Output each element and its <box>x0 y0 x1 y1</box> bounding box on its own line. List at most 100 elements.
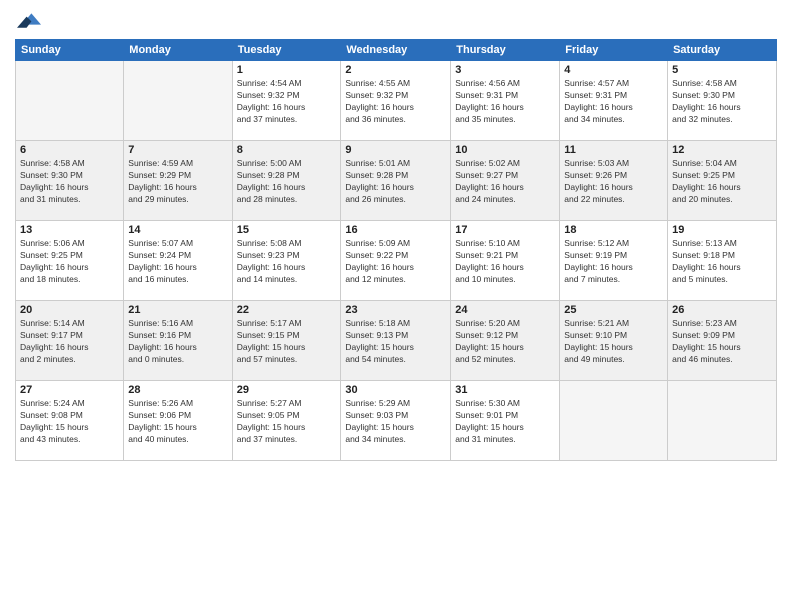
calendar-day: 25 Sunrise: 5:21 AM Sunset: 9:10 PM Dayli… <box>560 301 668 381</box>
calendar-day: 30 Sunrise: 5:29 AM Sunset: 9:03 PM Dayli… <box>341 381 451 461</box>
calendar-day: 6 Sunrise: 4:58 AM Sunset: 9:30 PM Daylig… <box>16 141 124 221</box>
day-info: Sunrise: 4:58 AM Sunset: 9:30 PM Dayligh… <box>20 158 119 206</box>
header <box>15 10 777 33</box>
calendar-header-tuesday: Tuesday <box>232 40 341 61</box>
day-info: Sunrise: 5:04 AM Sunset: 9:25 PM Dayligh… <box>672 158 772 206</box>
day-info: Sunrise: 5:13 AM Sunset: 9:18 PM Dayligh… <box>672 238 772 286</box>
day-info: Sunrise: 5:03 AM Sunset: 9:26 PM Dayligh… <box>564 158 663 206</box>
day-number: 27 <box>20 384 119 396</box>
day-info: Sunrise: 4:58 AM Sunset: 9:30 PM Dayligh… <box>672 78 772 126</box>
calendar-day: 12 Sunrise: 5:04 AM Sunset: 9:25 PM Dayli… <box>668 141 777 221</box>
calendar-day: 29 Sunrise: 5:27 AM Sunset: 9:05 PM Dayli… <box>232 381 341 461</box>
day-number: 19 <box>672 224 772 236</box>
day-info: Sunrise: 5:12 AM Sunset: 9:19 PM Dayligh… <box>564 238 663 286</box>
day-number: 28 <box>128 384 227 396</box>
day-info: Sunrise: 5:23 AM Sunset: 9:09 PM Dayligh… <box>672 318 772 366</box>
day-number: 24 <box>455 304 555 316</box>
calendar-week-row: 20Sunrise: 5:14 AM Sunset: 9:17 PM Dayli… <box>16 301 777 381</box>
day-info: Sunrise: 5:06 AM Sunset: 9:25 PM Dayligh… <box>20 238 119 286</box>
day-info: Sunrise: 5:01 AM Sunset: 9:28 PM Dayligh… <box>345 158 446 206</box>
calendar-day: 16 Sunrise: 5:09 AM Sunset: 9:22 PM Dayli… <box>341 221 451 301</box>
calendar-day: 9Sunrise: 5:01 AM Sunset: 9:28 PM Daylig… <box>341 141 451 221</box>
calendar-header-monday: Monday <box>124 40 232 61</box>
day-number: 21 <box>128 304 227 316</box>
calendar-day: 20Sunrise: 5:14 AM Sunset: 9:17 PM Dayli… <box>16 301 124 381</box>
day-number: 2 <box>345 64 446 76</box>
day-number: 29 <box>237 384 337 396</box>
calendar-day: 10Sunrise: 5:02 AM Sunset: 9:27 PM Dayli… <box>451 141 560 221</box>
day-number: 6 <box>20 144 119 156</box>
day-info: Sunrise: 5:10 AM Sunset: 9:21 PM Dayligh… <box>455 238 555 286</box>
calendar-day: 13 Sunrise: 5:06 AM Sunset: 9:25 PM Dayli… <box>16 221 124 301</box>
calendar-day: 23Sunrise: 5:18 AM Sunset: 9:13 PM Dayli… <box>341 301 451 381</box>
calendar-day: 26 Sunrise: 5:23 AM Sunset: 9:09 PM Dayli… <box>668 301 777 381</box>
day-number: 16 <box>345 224 446 236</box>
day-number: 22 <box>237 304 337 316</box>
day-number: 25 <box>564 304 663 316</box>
calendar-header-saturday: Saturday <box>668 40 777 61</box>
day-number: 30 <box>345 384 446 396</box>
calendar-day: 19 Sunrise: 5:13 AM Sunset: 9:18 PM Dayli… <box>668 221 777 301</box>
day-number: 1 <box>237 64 337 76</box>
calendar-day: 11 Sunrise: 5:03 AM Sunset: 9:26 PM Dayli… <box>560 141 668 221</box>
day-number: 14 <box>128 224 227 236</box>
day-number: 11 <box>564 144 663 156</box>
page: SundayMondayTuesdayWednesdayThursdayFrid… <box>0 0 792 612</box>
day-info: Sunrise: 5:26 AM Sunset: 9:06 PM Dayligh… <box>128 398 227 446</box>
calendar-day: 7 Sunrise: 4:59 AM Sunset: 9:29 PM Daylig… <box>124 141 232 221</box>
calendar-day <box>668 381 777 461</box>
day-number: 31 <box>455 384 555 396</box>
calendar-day: 24 Sunrise: 5:20 AM Sunset: 9:12 PM Dayli… <box>451 301 560 381</box>
day-info: Sunrise: 4:55 AM Sunset: 9:32 PM Dayligh… <box>345 78 446 126</box>
calendar-day: 22 Sunrise: 5:17 AM Sunset: 9:15 PM Dayli… <box>232 301 341 381</box>
day-number: 12 <box>672 144 772 156</box>
calendar-week-row: 27 Sunrise: 5:24 AM Sunset: 9:08 PM Dayli… <box>16 381 777 461</box>
day-info: Sunrise: 4:56 AM Sunset: 9:31 PM Dayligh… <box>455 78 555 126</box>
day-info: Sunrise: 5:21 AM Sunset: 9:10 PM Dayligh… <box>564 318 663 366</box>
day-info: Sunrise: 5:27 AM Sunset: 9:05 PM Dayligh… <box>237 398 337 446</box>
day-number: 4 <box>564 64 663 76</box>
day-number: 7 <box>128 144 227 156</box>
day-number: 23 <box>345 304 446 316</box>
day-number: 5 <box>672 64 772 76</box>
day-info: Sunrise: 5:16 AM Sunset: 9:16 PM Dayligh… <box>128 318 227 366</box>
day-info: Sunrise: 5:20 AM Sunset: 9:12 PM Dayligh… <box>455 318 555 366</box>
day-info: Sunrise: 5:00 AM Sunset: 9:28 PM Dayligh… <box>237 158 337 206</box>
calendar-week-row: 6 Sunrise: 4:58 AM Sunset: 9:30 PM Daylig… <box>16 141 777 221</box>
day-number: 8 <box>237 144 337 156</box>
calendar-week-row: 1 Sunrise: 4:54 AM Sunset: 9:32 PM Daylig… <box>16 61 777 141</box>
day-number: 3 <box>455 64 555 76</box>
day-info: Sunrise: 5:07 AM Sunset: 9:24 PM Dayligh… <box>128 238 227 286</box>
calendar-day: 27 Sunrise: 5:24 AM Sunset: 9:08 PM Dayli… <box>16 381 124 461</box>
day-number: 20 <box>20 304 119 316</box>
calendar-day: 31Sunrise: 5:30 AM Sunset: 9:01 PM Dayli… <box>451 381 560 461</box>
day-info: Sunrise: 4:54 AM Sunset: 9:32 PM Dayligh… <box>237 78 337 126</box>
calendar-day: 2 Sunrise: 4:55 AM Sunset: 9:32 PM Daylig… <box>341 61 451 141</box>
calendar-header-sunday: Sunday <box>16 40 124 61</box>
logo <box>15 10 41 33</box>
day-number: 17 <box>455 224 555 236</box>
calendar-day: 17 Sunrise: 5:10 AM Sunset: 9:21 PM Dayli… <box>451 221 560 301</box>
day-info: Sunrise: 4:57 AM Sunset: 9:31 PM Dayligh… <box>564 78 663 126</box>
day-number: 26 <box>672 304 772 316</box>
calendar-week-row: 13 Sunrise: 5:06 AM Sunset: 9:25 PM Dayli… <box>16 221 777 301</box>
day-info: Sunrise: 5:09 AM Sunset: 9:22 PM Dayligh… <box>345 238 446 286</box>
day-info: Sunrise: 4:59 AM Sunset: 9:29 PM Dayligh… <box>128 158 227 206</box>
calendar-day: 4 Sunrise: 4:57 AM Sunset: 9:31 PM Daylig… <box>560 61 668 141</box>
day-number: 13 <box>20 224 119 236</box>
calendar-day <box>16 61 124 141</box>
day-number: 15 <box>237 224 337 236</box>
day-info: Sunrise: 5:24 AM Sunset: 9:08 PM Dayligh… <box>20 398 119 446</box>
calendar-day: 3 Sunrise: 4:56 AM Sunset: 9:31 PM Daylig… <box>451 61 560 141</box>
calendar-day: 8 Sunrise: 5:00 AM Sunset: 9:28 PM Daylig… <box>232 141 341 221</box>
logo-icon <box>17 10 41 28</box>
calendar-header-friday: Friday <box>560 40 668 61</box>
calendar-day: 14 Sunrise: 5:07 AM Sunset: 9:24 PM Dayli… <box>124 221 232 301</box>
day-number: 18 <box>564 224 663 236</box>
calendar-header-row: SundayMondayTuesdayWednesdayThursdayFrid… <box>16 40 777 61</box>
calendar-day: 18 Sunrise: 5:12 AM Sunset: 9:19 PM Dayli… <box>560 221 668 301</box>
day-info: Sunrise: 5:17 AM Sunset: 9:15 PM Dayligh… <box>237 318 337 366</box>
calendar-day <box>124 61 232 141</box>
calendar-day: 21 Sunrise: 5:16 AM Sunset: 9:16 PM Dayli… <box>124 301 232 381</box>
day-info: Sunrise: 5:29 AM Sunset: 9:03 PM Dayligh… <box>345 398 446 446</box>
